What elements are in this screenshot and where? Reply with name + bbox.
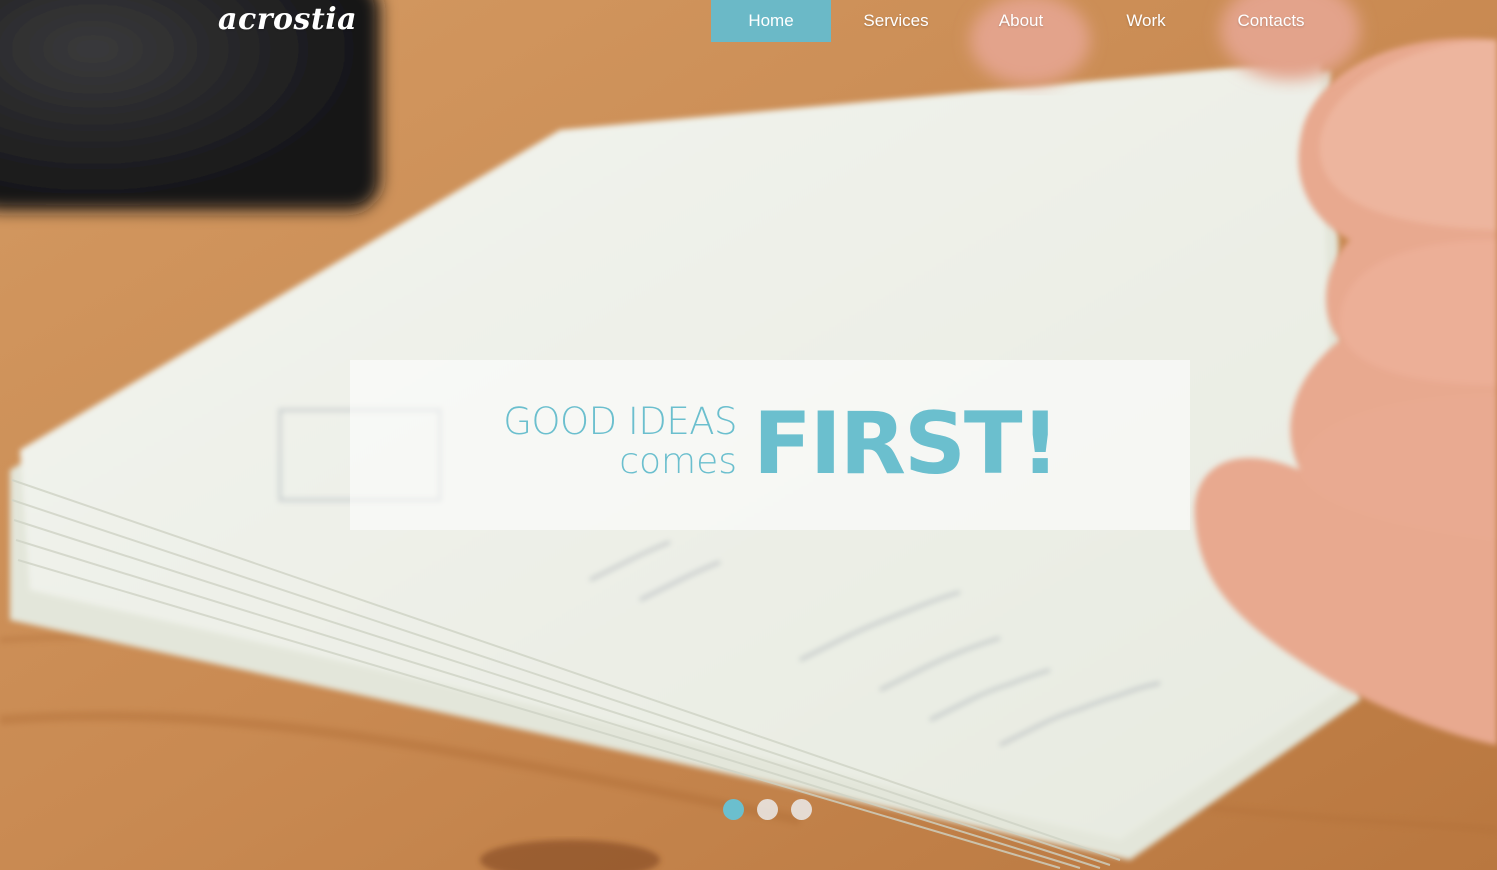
hero-headline: FIRST! <box>753 394 1060 494</box>
main-nav: Home Services About Work Contacts <box>711 0 1331 42</box>
hero-banner: GOOD IDEAS comes FIRST! <box>350 360 1190 530</box>
slider-dot-1[interactable] <box>723 799 744 820</box>
hero-section: acrostia Home Services About Work Contac… <box>0 0 1497 870</box>
hero-tagline-left: GOOD IDEAS comes <box>503 402 737 482</box>
nav-item-about[interactable]: About <box>961 0 1081 42</box>
logo[interactable]: acrostia <box>218 2 357 37</box>
slider-pagination <box>723 799 825 820</box>
hero-tagline-line2: comes <box>619 441 737 482</box>
nav-item-home[interactable]: Home <box>711 0 831 42</box>
slider-dot-3[interactable] <box>791 799 812 820</box>
hero-tagline-line1: GOOD IDEAS <box>503 400 737 443</box>
nav-item-services[interactable]: Services <box>831 0 961 42</box>
nav-item-work[interactable]: Work <box>1081 0 1211 42</box>
slider-dot-2[interactable] <box>757 799 778 820</box>
nav-item-contacts[interactable]: Contacts <box>1211 0 1331 42</box>
